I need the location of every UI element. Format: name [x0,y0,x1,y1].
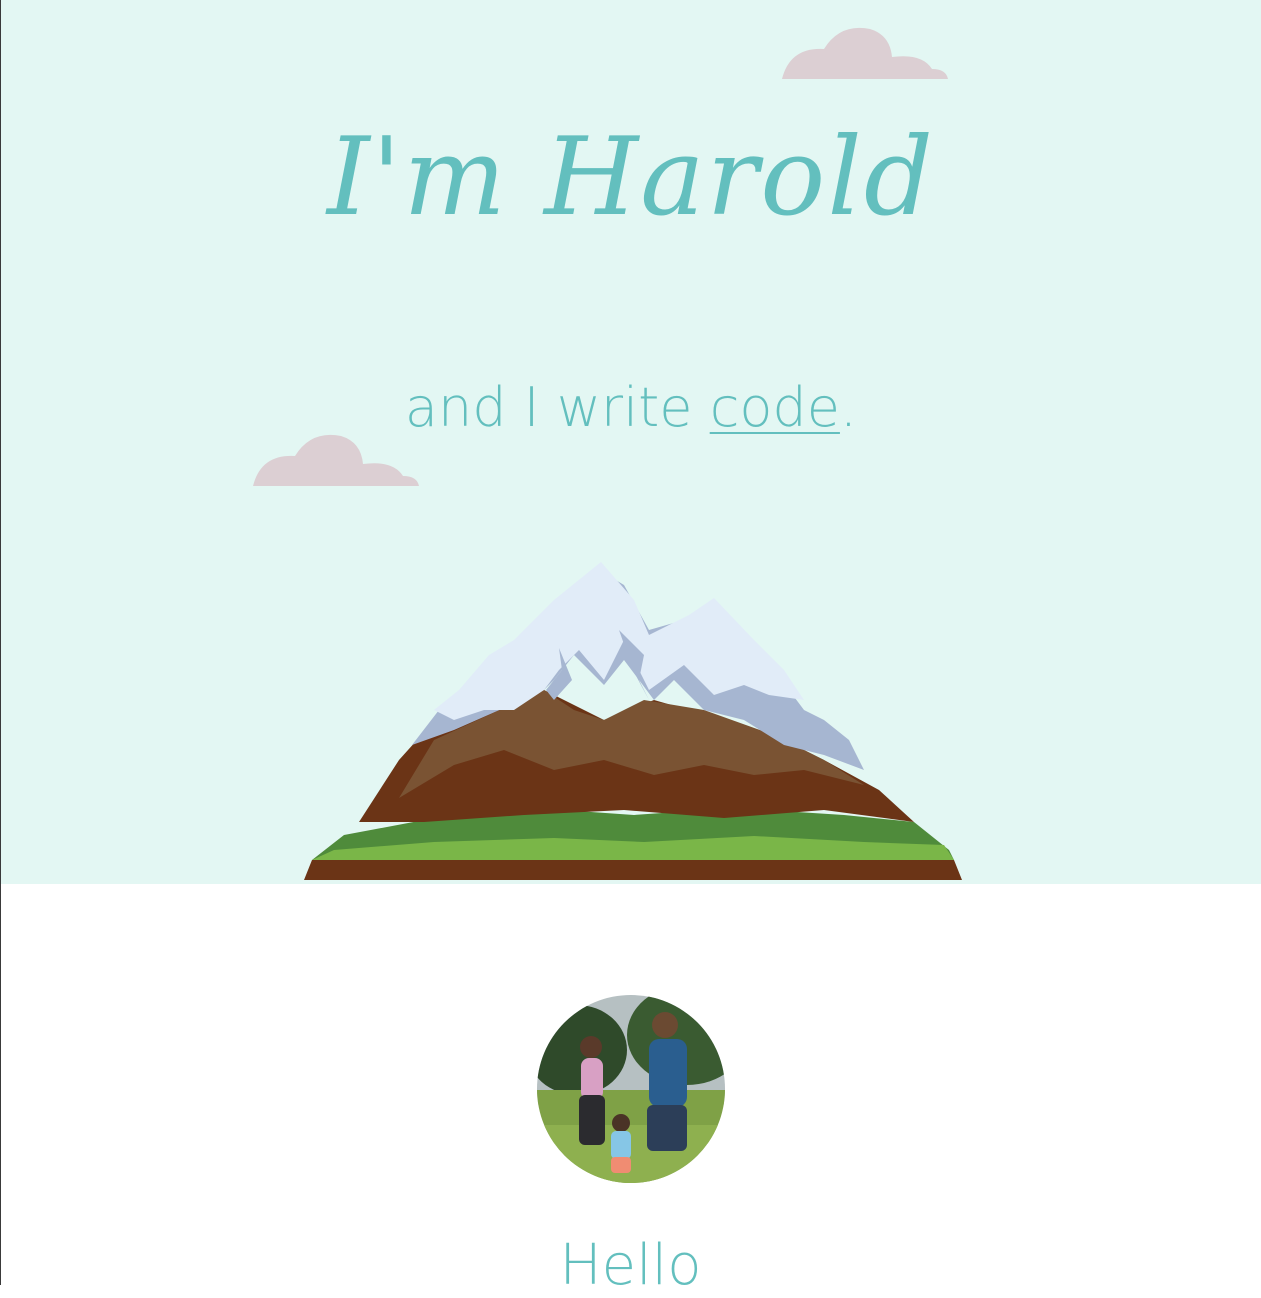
avatar [537,995,725,1183]
mountain-illustration [304,562,962,880]
about-heading: Hello [559,1233,702,1298]
tagline-suffix: . [839,376,858,439]
family-photo [537,995,725,1183]
code-link[interactable]: code [710,376,840,439]
cloud-icon [782,27,948,79]
tagline-prefix: and I write [404,376,710,439]
cloud-icon [253,434,419,486]
hero-section: I'm Harold and I write code. [1,0,1261,884]
page-title: I'm Harold [327,115,935,240]
tagline: and I write code. [1,376,1261,440]
